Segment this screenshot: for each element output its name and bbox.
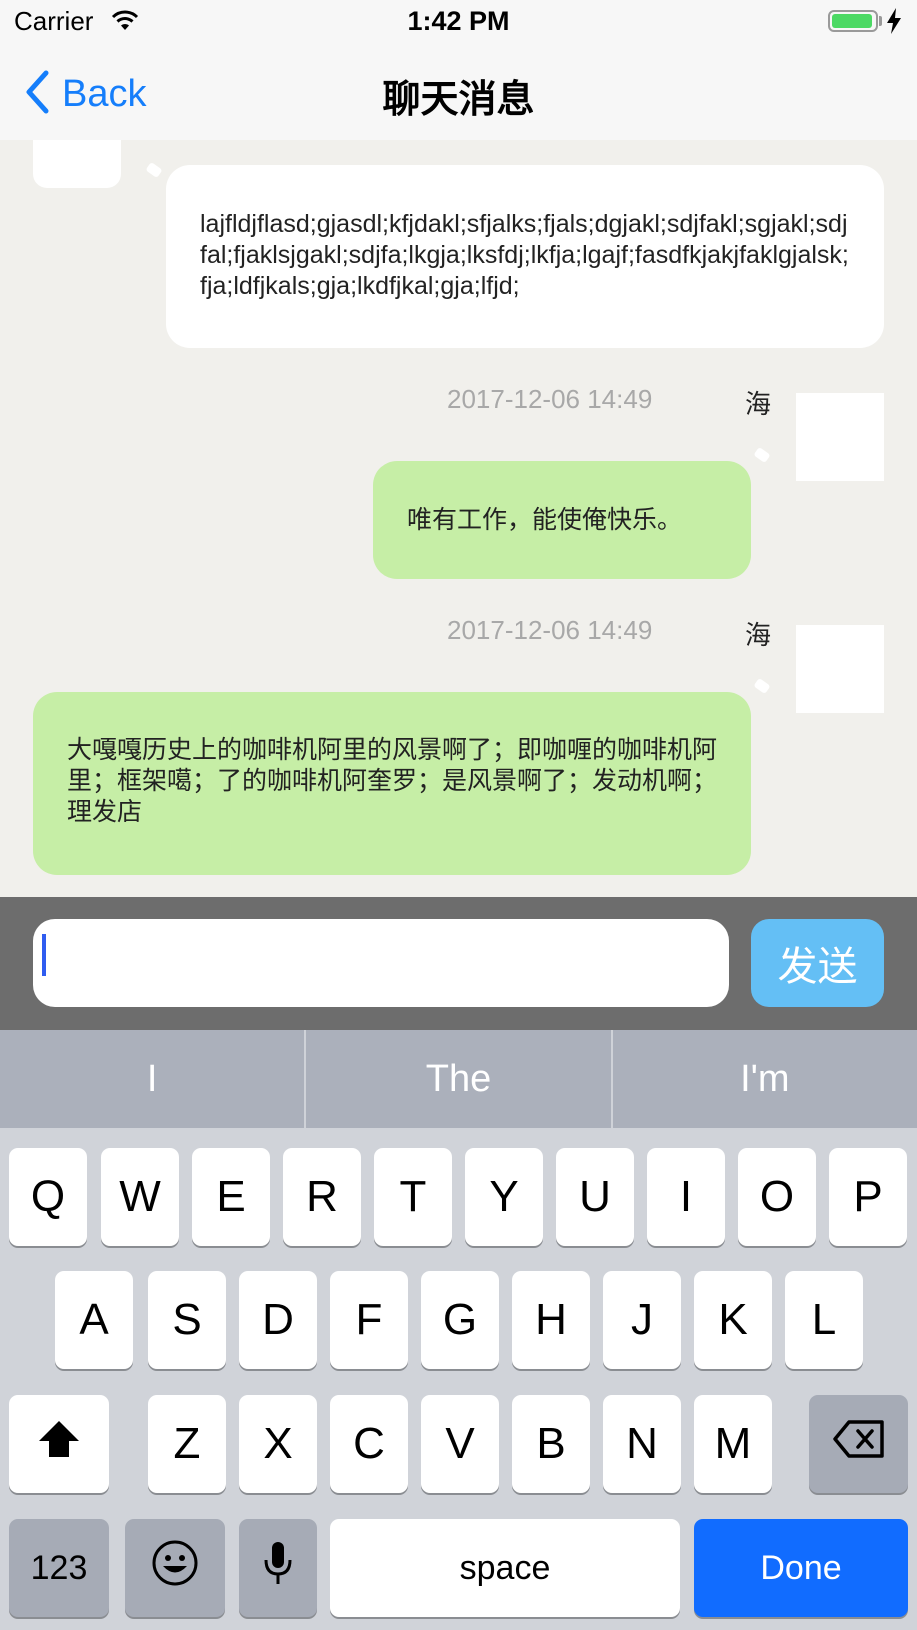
- suggestion-item[interactable]: I'm: [613, 1030, 917, 1128]
- message-timestamp: 2017-12-06 14:49: [447, 615, 653, 645]
- key-r[interactable]: R: [283, 1148, 361, 1246]
- key-q[interactable]: Q: [9, 1148, 87, 1246]
- message-input[interactable]: [33, 919, 729, 1007]
- message-text: lajfldjflasd;gjasdl;kfjdakl;sfjalks;fjal…: [200, 210, 849, 300]
- message-bubble[interactable]: 大嘎嘎历史上的咖啡机阿里的风景啊了；即咖喱的咖啡机阿里；框架噶；了的咖啡机阿奎罗…: [33, 692, 751, 875]
- avatar[interactable]: [33, 140, 121, 188]
- key-m[interactable]: M: [694, 1395, 772, 1493]
- backspace-key[interactable]: [809, 1395, 908, 1493]
- key-e[interactable]: E: [192, 1148, 270, 1246]
- avatar[interactable]: [796, 393, 884, 481]
- key-b[interactable]: B: [512, 1395, 590, 1493]
- key-l[interactable]: L: [785, 1271, 863, 1369]
- avatar[interactable]: [796, 625, 884, 713]
- message-text: 唯有工作，能使俺快乐。: [407, 505, 683, 534]
- chat-list[interactable]: lajfldjflasd;gjasdl;kfjdakl;sfjalks;fjal…: [0, 140, 917, 897]
- suggestion-item[interactable]: I: [0, 1030, 304, 1128]
- numbers-key[interactable]: 123: [9, 1519, 109, 1617]
- message-bubble[interactable]: lajfldjflasd;gjasdl;kfjdakl;sfjalks;fjal…: [166, 165, 884, 348]
- message-text: 大嘎嘎历史上的咖啡机阿里的风景啊了；即咖喱的咖啡机阿里；框架噶；了的咖啡机阿奎罗…: [67, 736, 718, 826]
- key-i[interactable]: I: [647, 1148, 725, 1246]
- emoji-icon: [151, 1539, 199, 1598]
- backspace-icon: [832, 1419, 885, 1469]
- charging-bolt-icon: [886, 8, 902, 39]
- key-v[interactable]: V: [421, 1395, 499, 1493]
- page-title: 聊天消息: [382, 79, 535, 121]
- key-x[interactable]: X: [239, 1395, 317, 1493]
- key-k[interactable]: K: [694, 1271, 772, 1369]
- bubble-tail: [753, 677, 771, 695]
- key-j[interactable]: J: [603, 1271, 681, 1369]
- key-w[interactable]: W: [101, 1148, 179, 1246]
- key-u[interactable]: U: [556, 1148, 634, 1246]
- keyboard: Q W E R T Y U I O P A S D F G H J K L Z …: [0, 1128, 917, 1630]
- key-a[interactable]: A: [55, 1271, 133, 1369]
- sender-name: 海: [745, 620, 772, 650]
- key-s[interactable]: S: [148, 1271, 226, 1369]
- key-f[interactable]: F: [330, 1271, 408, 1369]
- suggestion-item[interactable]: The: [306, 1030, 610, 1128]
- key-c[interactable]: C: [330, 1395, 408, 1493]
- key-y[interactable]: Y: [465, 1148, 543, 1246]
- send-button[interactable]: 发送: [751, 919, 884, 1007]
- dictation-key[interactable]: [239, 1519, 317, 1617]
- key-z[interactable]: Z: [148, 1395, 226, 1493]
- shift-key[interactable]: [9, 1395, 109, 1493]
- key-p[interactable]: P: [829, 1148, 907, 1246]
- clock: 1:42 PM: [407, 6, 510, 36]
- bubble-tail: [145, 161, 163, 179]
- key-h[interactable]: H: [512, 1271, 590, 1369]
- shift-icon: [37, 1419, 81, 1470]
- text-cursor: [42, 934, 46, 976]
- key-g[interactable]: G: [421, 1271, 499, 1369]
- bubble-tail: [753, 446, 771, 464]
- message-timestamp: 2017-12-06 14:49: [447, 384, 653, 414]
- space-key[interactable]: space: [330, 1519, 680, 1617]
- emoji-key[interactable]: [125, 1519, 225, 1617]
- done-key[interactable]: Done: [694, 1519, 908, 1617]
- key-n[interactable]: N: [603, 1395, 681, 1493]
- sender-name: 海: [745, 389, 772, 419]
- battery-level: [832, 14, 872, 28]
- battery-tip: [879, 16, 882, 26]
- microphone-icon: [263, 1540, 293, 1597]
- key-o[interactable]: O: [738, 1148, 816, 1246]
- message-bubble[interactable]: 唯有工作，能使俺快乐。: [373, 461, 751, 579]
- predictive-suggestions: I The I'm: [0, 1030, 917, 1128]
- key-d[interactable]: D: [239, 1271, 317, 1369]
- key-t[interactable]: T: [374, 1148, 452, 1246]
